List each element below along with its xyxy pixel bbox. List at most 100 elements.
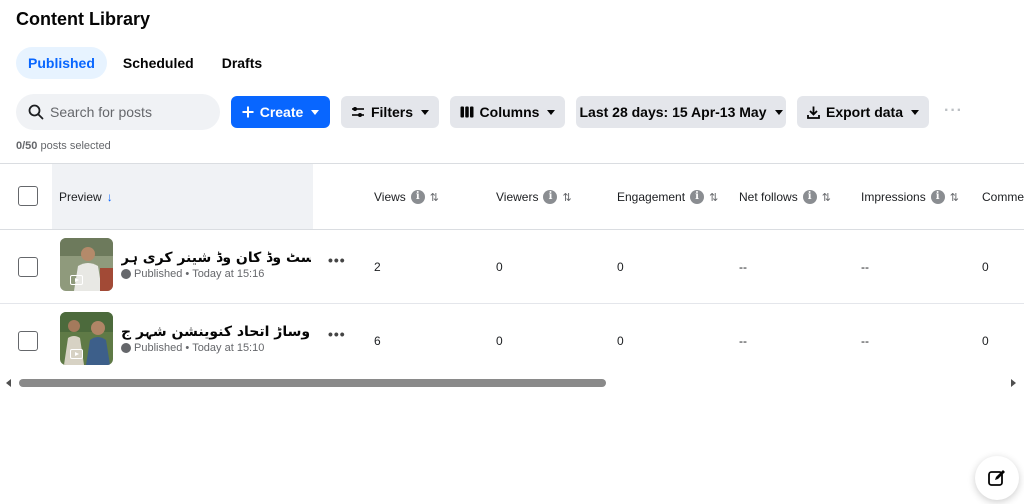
row-more-button[interactable]: ••• bbox=[328, 252, 346, 268]
compose-button[interactable] bbox=[975, 456, 1019, 500]
preview-column-header[interactable]: Preview ↓ bbox=[52, 164, 313, 229]
date-range-button[interactable]: Last 28 days: 15 Apr-13 May bbox=[576, 96, 786, 128]
viewers-column-header[interactable]: Viewers i ⇅ bbox=[496, 190, 572, 204]
search-input[interactable] bbox=[50, 104, 200, 120]
views-header-label: Views bbox=[374, 190, 406, 204]
impressions-column-header[interactable]: Impressions i ⇅ bbox=[861, 190, 959, 204]
engagement-cell: 0 bbox=[617, 334, 624, 348]
chevron-down-icon bbox=[311, 109, 320, 115]
impressions-header-label: Impressions bbox=[861, 190, 926, 204]
sliders-icon bbox=[351, 107, 364, 117]
sort-icon[interactable]: ⇅ bbox=[822, 191, 831, 204]
create-button[interactable]: Create bbox=[231, 96, 330, 128]
page-title: Content Library bbox=[16, 9, 151, 29]
post-status: Published bbox=[134, 342, 183, 354]
posts-table: Preview ↓ Views i ⇅ Viewers i ⇅ Engageme… bbox=[0, 163, 1024, 377]
scroll-left-arrow-icon[interactable] bbox=[6, 379, 11, 387]
comments-cell: 0 bbox=[982, 260, 989, 274]
date-range-label: Last 28 days: 15 Apr-13 May bbox=[579, 104, 767, 120]
globe-icon bbox=[121, 343, 131, 353]
sort-arrow-down-icon: ↓ bbox=[106, 190, 113, 204]
thumbnail-image bbox=[60, 238, 113, 291]
selection-count-number: 0/50 bbox=[16, 140, 38, 152]
engagement-header-label: Engagement bbox=[617, 190, 686, 204]
post-time: Today at 15:16 bbox=[192, 268, 265, 280]
post-meta: Published • Today at 15:16 bbox=[121, 268, 264, 280]
table-row[interactable]: آل وساڑ اتحاد کنوینشن شہر ج... Published… bbox=[0, 304, 1024, 377]
columns-icon bbox=[460, 106, 474, 118]
chevron-down-icon bbox=[421, 109, 429, 115]
impressions-cell: -- bbox=[861, 334, 869, 348]
viewers-cell: 0 bbox=[496, 260, 503, 274]
select-all-checkbox[interactable] bbox=[18, 186, 38, 206]
row-checkbox[interactable] bbox=[18, 257, 38, 277]
viewers-header-label: Viewers bbox=[496, 190, 539, 204]
create-label: Create bbox=[259, 104, 304, 120]
filters-label: Filters bbox=[370, 104, 413, 120]
tab-published[interactable]: Published bbox=[16, 47, 107, 79]
table-header-row: Preview ↓ Views i ⇅ Viewers i ⇅ Engageme… bbox=[0, 164, 1024, 230]
engagement-column-header[interactable]: Engagement i ⇅ bbox=[617, 190, 718, 204]
views-cell: 2 bbox=[374, 260, 381, 274]
row-more-button[interactable]: ••• bbox=[328, 326, 346, 342]
table-row[interactable]: یوسٹ وڈ کان وڈ شینر کری ہر... Published … bbox=[0, 230, 1024, 304]
reel-icon bbox=[70, 349, 83, 359]
engagement-cell: 0 bbox=[617, 260, 624, 274]
comments-cell: 0 bbox=[982, 334, 989, 348]
horizontal-scrollbar[interactable] bbox=[0, 377, 1024, 389]
tab-bar: Published Scheduled Drafts bbox=[16, 47, 274, 79]
export-label: Export data bbox=[825, 104, 903, 120]
compose-icon bbox=[988, 470, 1005, 486]
sort-icon[interactable]: ⇅ bbox=[430, 191, 439, 204]
globe-icon bbox=[121, 269, 131, 279]
toolbar: Create Filters Columns Last 28 days: 15 … bbox=[16, 94, 1016, 130]
post-thumbnail[interactable] bbox=[60, 238, 113, 291]
viewers-cell: 0 bbox=[496, 334, 503, 348]
info-icon[interactable]: i bbox=[930, 190, 945, 204]
post-title[interactable]: یوسٹ وڈ کان وڈ شینر کری ہر... bbox=[121, 250, 311, 266]
scrollbar-thumb[interactable] bbox=[19, 379, 606, 387]
selection-count-suffix: posts selected bbox=[40, 140, 111, 152]
info-icon[interactable]: i bbox=[543, 190, 558, 204]
columns-button[interactable]: Columns bbox=[450, 96, 565, 128]
net-follows-cell: -- bbox=[739, 260, 747, 274]
download-icon bbox=[807, 106, 820, 119]
row-checkbox[interactable] bbox=[18, 331, 38, 351]
sort-icon[interactable]: ⇅ bbox=[950, 191, 959, 204]
tab-scheduled[interactable]: Scheduled bbox=[111, 47, 206, 79]
impressions-cell: -- bbox=[861, 260, 869, 274]
chevron-down-icon bbox=[774, 109, 783, 115]
sort-icon[interactable]: ⇅ bbox=[562, 191, 571, 204]
net-follows-header-label: Net follows bbox=[739, 190, 798, 204]
search-box[interactable] bbox=[16, 94, 220, 130]
post-thumbnail[interactable] bbox=[60, 312, 113, 365]
post-time: Today at 15:10 bbox=[192, 342, 265, 354]
scroll-right-arrow-icon[interactable] bbox=[1011, 379, 1016, 387]
post-meta: Published • Today at 15:10 bbox=[121, 342, 264, 354]
reel-icon bbox=[70, 275, 83, 285]
net-follows-cell: -- bbox=[739, 334, 747, 348]
search-icon bbox=[28, 104, 44, 120]
tab-drafts[interactable]: Drafts bbox=[210, 47, 274, 79]
comments-column-header[interactable]: Comme bbox=[982, 190, 1024, 204]
chevron-down-icon bbox=[547, 109, 556, 115]
post-status: Published bbox=[134, 268, 183, 280]
post-title[interactable]: آل وساڑ اتحاد کنوینشن شہر ج... bbox=[121, 324, 311, 340]
info-icon[interactable]: i bbox=[802, 190, 817, 204]
selection-count: 0/50 posts selected bbox=[16, 140, 111, 152]
plus-icon bbox=[242, 106, 254, 118]
sort-icon[interactable]: ⇅ bbox=[709, 191, 718, 204]
views-column-header[interactable]: Views i ⇅ bbox=[374, 190, 439, 204]
info-icon[interactable]: i bbox=[410, 190, 425, 204]
comments-header-label: Comme bbox=[982, 190, 1024, 204]
more-options-button[interactable]: ··· bbox=[944, 102, 963, 120]
chevron-down-icon bbox=[911, 109, 919, 115]
thumbnail-image bbox=[60, 312, 113, 365]
info-icon[interactable]: i bbox=[690, 190, 705, 204]
net-follows-column-header[interactable]: Net follows i ⇅ bbox=[739, 190, 831, 204]
views-cell: 6 bbox=[374, 334, 381, 348]
preview-header-label: Preview bbox=[59, 190, 102, 204]
columns-label: Columns bbox=[479, 104, 540, 120]
export-data-button[interactable]: Export data bbox=[797, 96, 929, 128]
filters-button[interactable]: Filters bbox=[341, 96, 439, 128]
